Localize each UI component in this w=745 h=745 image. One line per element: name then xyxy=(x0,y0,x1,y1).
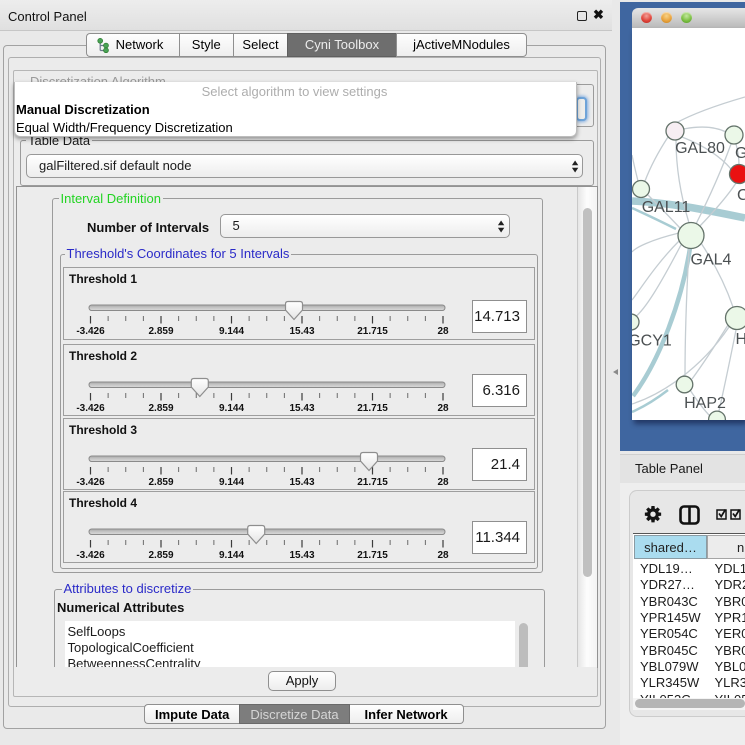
svg-text:GAL2: GAL2 xyxy=(735,145,745,162)
svg-text:CDC1: CDC1 xyxy=(737,187,745,204)
svg-text:GAL4: GAL4 xyxy=(691,252,732,269)
svg-text:GCY1: GCY1 xyxy=(632,333,672,350)
svg-text:HIS4: HIS4 xyxy=(736,331,745,348)
svg-text:GAL80: GAL80 xyxy=(675,140,725,157)
svg-text:GAL11: GAL11 xyxy=(642,199,691,216)
svg-text:HAP2: HAP2 xyxy=(684,395,726,412)
